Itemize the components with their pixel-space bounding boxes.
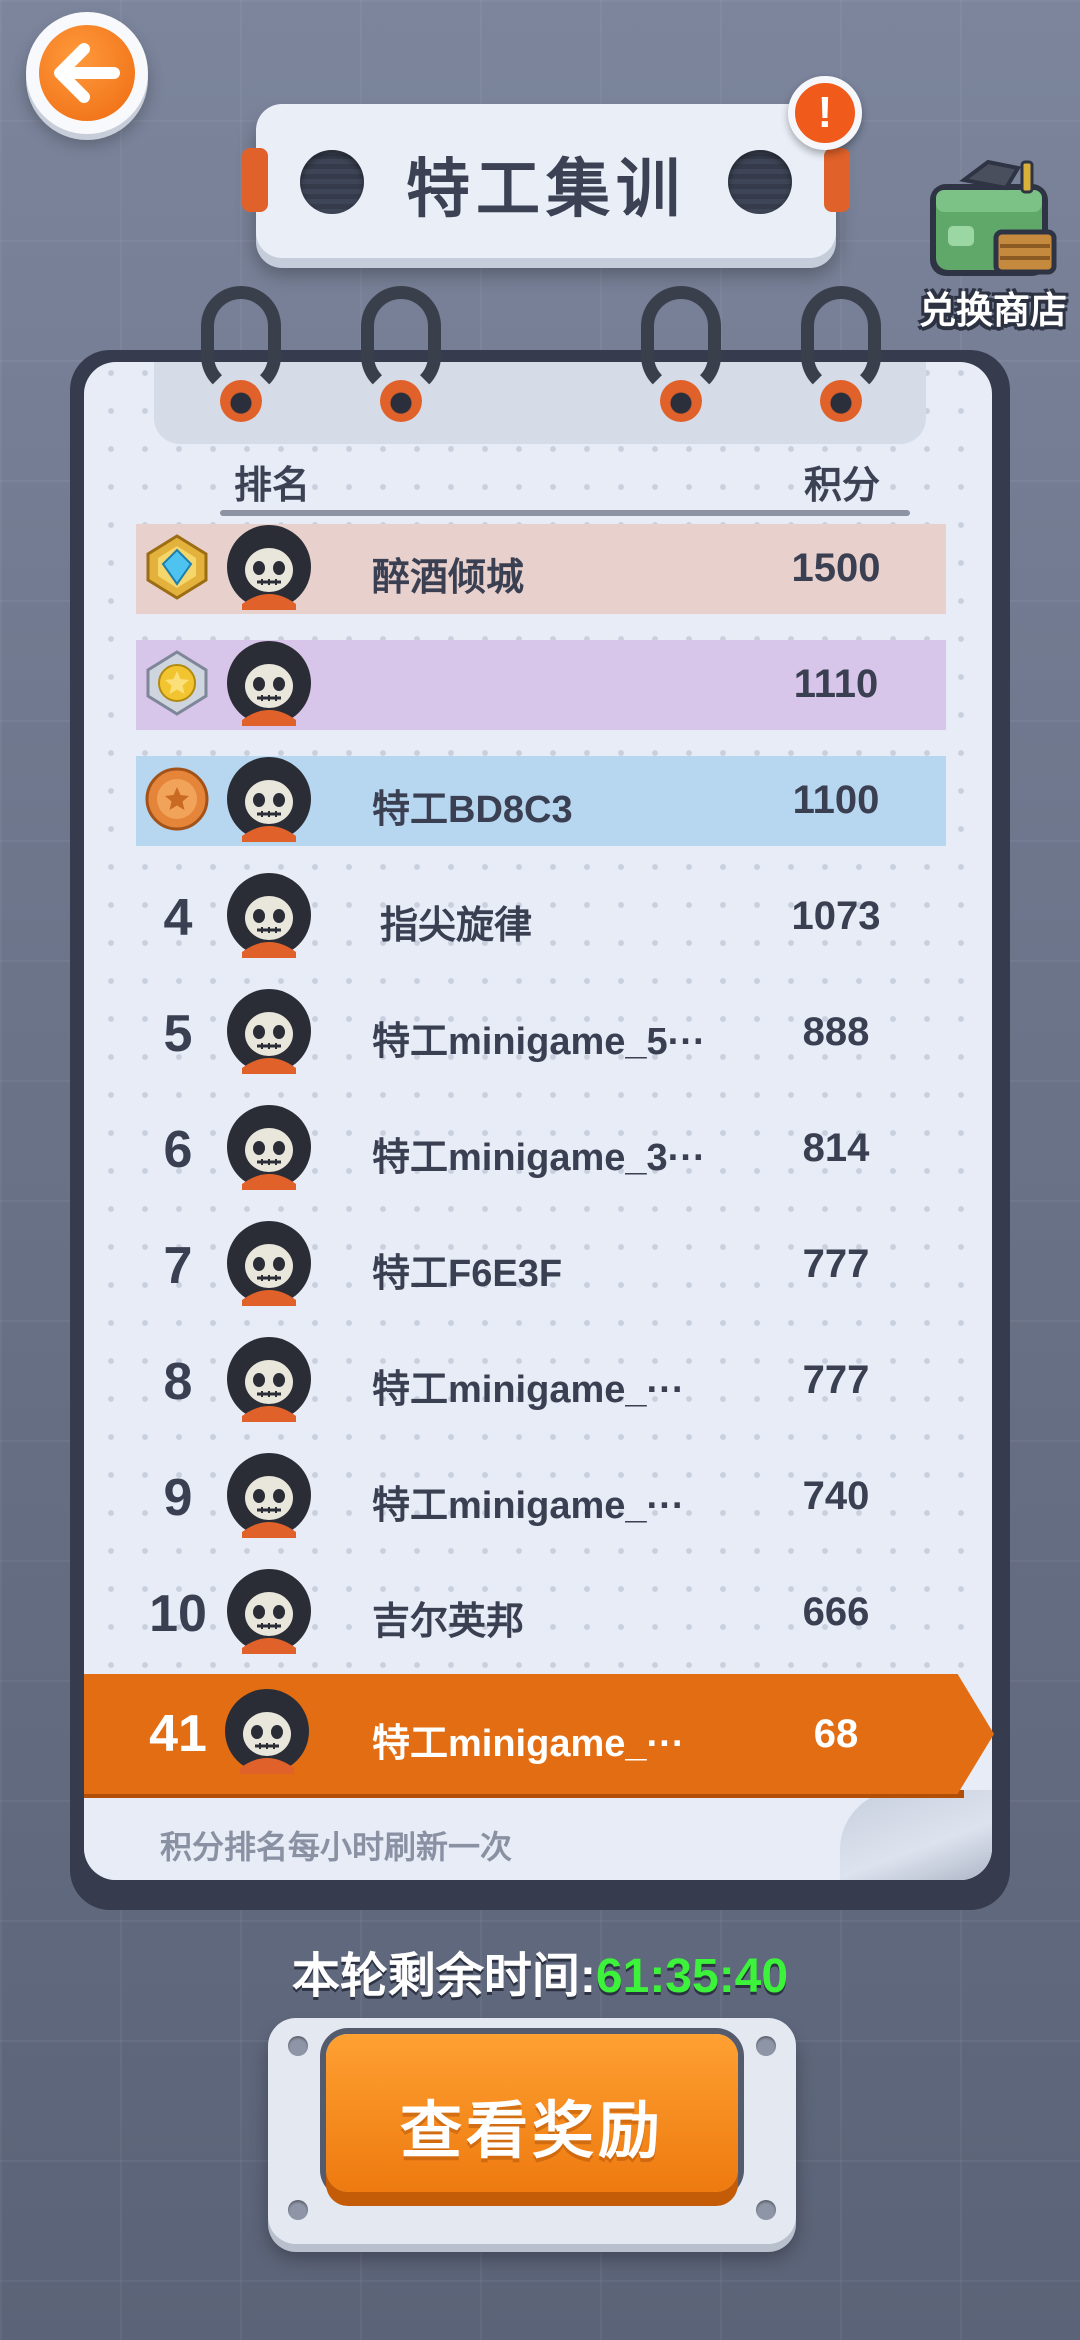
avatar xyxy=(227,757,311,842)
avatar xyxy=(227,525,311,610)
rank-column-header: 排名 xyxy=(234,465,311,507)
screw-icon xyxy=(756,2036,776,2056)
leaderboard-row-4[interactable]: 4 指尖旋律 1073 xyxy=(136,872,946,962)
player-score: 1500 xyxy=(791,546,881,590)
leaderboard-row-3[interactable]: 特工BD8C3 1100 xyxy=(136,756,946,846)
exchange-shop-button[interactable]: 兑换商店 xyxy=(918,154,1068,331)
screw-icon xyxy=(756,2200,776,2220)
player-score: 1100 xyxy=(792,778,880,822)
player-score: 777 xyxy=(802,1358,870,1402)
screw-icon xyxy=(288,2200,308,2220)
player-score: 740 xyxy=(802,1474,870,1518)
avatar xyxy=(227,1105,311,1190)
rank-number: 5 xyxy=(163,1005,193,1063)
player-name: 特工minigame_3··· xyxy=(372,1137,706,1179)
gold-medal-icon xyxy=(146,650,208,716)
avatar xyxy=(227,1221,311,1306)
rank-number: 4 xyxy=(163,889,193,947)
page-title: 特工集训 xyxy=(406,153,686,225)
leaderboard-row-8[interactable]: 8 特工minigame_··· 777 xyxy=(136,1336,946,1426)
rank-number: 10 xyxy=(149,1585,207,1643)
leaderboard-row-9[interactable]: 9 特工minigame_··· 740 xyxy=(136,1452,946,1542)
player-score: 666 xyxy=(802,1590,870,1634)
round-timer: 本轮剩余时间:61:35:40 xyxy=(0,1936,1080,2006)
page-curl-decoration xyxy=(840,1790,992,1880)
leaderboard-row-2[interactable]: 1110 xyxy=(136,640,946,730)
player-score: 814 xyxy=(802,1126,870,1170)
my-player-name: 特工minigame_··· xyxy=(372,1723,685,1765)
leaderboard-row-7[interactable]: 7 特工F6E3F 777 xyxy=(136,1220,946,1310)
title-banner: 特工集训 xyxy=(242,104,850,258)
diamond-medal-icon xyxy=(146,534,208,600)
rank-number: 8 xyxy=(163,1353,193,1411)
binder-ring xyxy=(356,286,446,422)
player-score: 1073 xyxy=(791,894,881,938)
my-player-score: 68 xyxy=(813,1712,859,1756)
score-column-header: 积分 xyxy=(804,465,881,507)
arrow-left-icon xyxy=(39,25,135,121)
player-name: 特工F6E3F xyxy=(372,1253,563,1295)
binder-ring xyxy=(636,286,726,422)
my-rank-number: 41 xyxy=(149,1705,207,1763)
back-button[interactable] xyxy=(26,12,148,134)
shop-label: 兑换商店 xyxy=(919,290,1067,331)
avatar xyxy=(225,1689,309,1774)
avatar xyxy=(227,1569,311,1654)
avatar xyxy=(227,989,311,1074)
info-button[interactable]: ! xyxy=(788,76,862,150)
timer-value: 61:35:40 xyxy=(595,1950,789,2003)
player-name: 特工minigame_··· xyxy=(372,1485,685,1527)
header-divider xyxy=(220,510,910,516)
leaderboard-row-10[interactable]: 10 吉尔英邦 666 xyxy=(136,1568,946,1658)
refresh-note: 积分排名每小时刷新一次 xyxy=(160,1829,513,1865)
view-rewards-button[interactable]: 查看奖励 xyxy=(326,2034,738,2192)
avatar xyxy=(227,873,311,958)
player-score: 777 xyxy=(802,1242,870,1286)
timer-label: 本轮剩余时间: xyxy=(291,1950,596,2003)
player-score: 1110 xyxy=(793,662,879,706)
player-name: 特工BD8C3 xyxy=(372,789,573,831)
player-name: 醉酒倾城 xyxy=(372,557,525,599)
avatar xyxy=(227,1453,311,1538)
binder-ring xyxy=(796,286,886,422)
player-name: 吉尔英邦 xyxy=(372,1601,525,1643)
binder-ring xyxy=(196,286,286,422)
rank-number: 6 xyxy=(163,1121,193,1179)
player-score: 888 xyxy=(802,1010,870,1054)
shop-icon xyxy=(930,159,1057,276)
avatar xyxy=(227,641,311,726)
leaderboard-row-1[interactable]: 醉酒倾城 1500 xyxy=(136,524,946,614)
player-name: 指尖旋律 xyxy=(380,905,533,947)
leaderboard-row-5[interactable]: 5 特工minigame_5··· 888 xyxy=(136,988,946,1078)
player-name: 特工minigame_··· xyxy=(372,1369,685,1411)
rank-number: 9 xyxy=(163,1469,193,1527)
avatar xyxy=(227,1337,311,1422)
rank-number: 7 xyxy=(163,1237,193,1295)
screw-icon xyxy=(288,2036,308,2056)
leaderboard-row-6[interactable]: 6 特工minigame_3··· 814 xyxy=(136,1104,946,1194)
view-rewards-label: 查看奖励 xyxy=(399,2097,664,2166)
bronze-medal-icon xyxy=(145,767,209,831)
my-rank-row[interactable]: 41 特工minigame_··· 68 xyxy=(84,1674,994,1794)
player-name: 特工minigame_5··· xyxy=(372,1021,706,1063)
